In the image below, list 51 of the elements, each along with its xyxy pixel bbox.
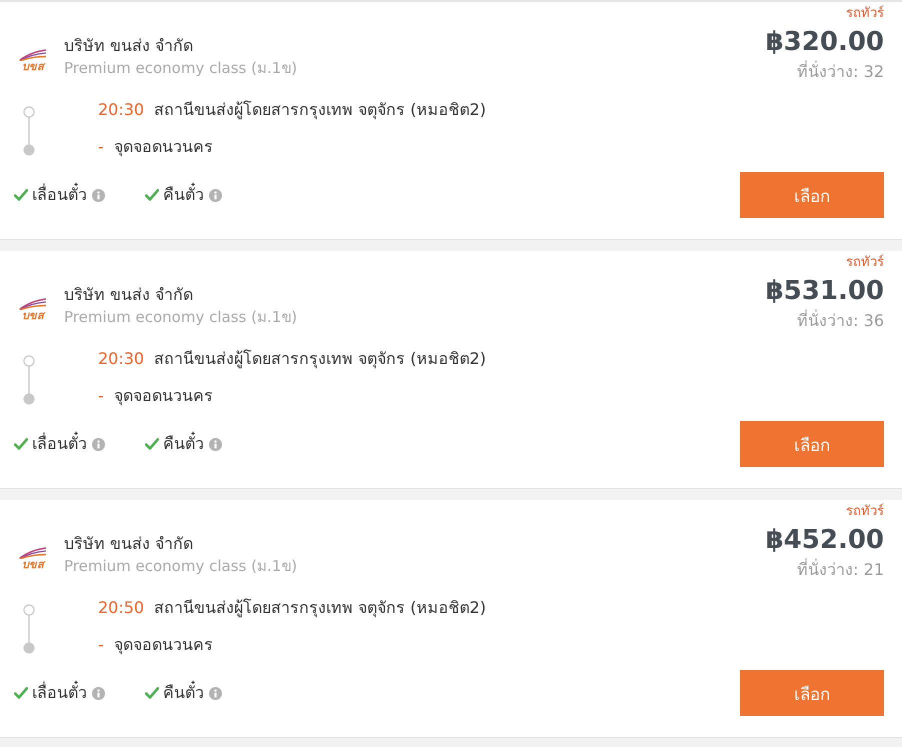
policy-label: คืนตั๋ว xyxy=(163,682,204,704)
swoosh-icon xyxy=(19,49,47,61)
select-button[interactable]: เลือก xyxy=(740,421,884,467)
route-timeline-icon xyxy=(23,106,35,156)
stop-name: จุดจอดนวนคร xyxy=(114,385,213,407)
operator-name: บริษัท ขนส่ง จำกัด xyxy=(64,35,194,57)
seats-available: ที่นั่งว่าง: 21 xyxy=(797,560,884,580)
departure-time: 20:30 xyxy=(98,348,144,370)
bus-type-label: รถทัวร์ xyxy=(846,255,884,271)
policy-label: เลื่อนตั๋ว xyxy=(32,184,87,206)
ticket-price: ฿531.00 xyxy=(766,275,884,307)
stop-name: จุดจอดนวนคร xyxy=(114,136,213,158)
operator-name: บริษัท ขนส่ง จำกัด xyxy=(64,533,194,555)
seats-available: ที่นั่งว่าง: 32 xyxy=(797,62,884,82)
ticket-price: ฿452.00 xyxy=(766,524,884,556)
departure-time: - xyxy=(98,136,104,158)
select-button[interactable]: เลือก xyxy=(740,172,884,218)
departure-time: - xyxy=(98,634,104,656)
stop-name: สถานีขนส่งผู้โดยสารกรุงเทพ จตุจักร (หมอชิต2) xyxy=(154,348,486,370)
logo-text: บขส xyxy=(22,310,44,322)
swoosh-icon xyxy=(19,298,47,310)
bus-type-label: รถทัวร์ xyxy=(846,6,884,22)
route-timeline-icon xyxy=(23,604,35,654)
service-class: Premium economy class (ม.1ข) xyxy=(64,58,298,79)
info-icon[interactable] xyxy=(92,438,105,450)
policy-label: คืนตั๋ว xyxy=(163,184,204,206)
route-timeline-icon xyxy=(23,355,35,405)
info-icon[interactable] xyxy=(209,188,222,202)
policy-label: คืนตั๋ว xyxy=(163,433,204,455)
service-class: Premium economy class (ม.1ข) xyxy=(64,307,298,328)
stop-name: จุดจอดนวนคร xyxy=(114,634,213,656)
logo-text: บขส xyxy=(22,559,44,571)
policy-label: เลื่อนตั๋ว xyxy=(32,682,87,704)
info-icon[interactable] xyxy=(92,686,105,700)
seats-available: ที่นั่งว่าง: 36 xyxy=(797,311,884,331)
logo-text: บขส xyxy=(22,61,44,73)
info-icon[interactable] xyxy=(209,686,222,700)
ticket-price: ฿320.00 xyxy=(766,26,884,58)
swoosh-icon xyxy=(19,547,47,559)
operator-name: บริษัท ขนส่ง จำกัด xyxy=(64,284,194,306)
select-button[interactable]: เลือก xyxy=(740,670,884,716)
departure-time: 20:30 xyxy=(98,99,144,121)
departure-time: 20:50 xyxy=(98,597,144,619)
departure-time: - xyxy=(98,385,104,407)
policy-label: เลื่อนตั๋ว xyxy=(32,433,87,455)
info-icon[interactable] xyxy=(209,438,222,450)
info-icon[interactable] xyxy=(92,188,105,202)
stop-name: สถานีขนส่งผู้โดยสารกรุงเทพ จตุจักร (หมอชิต2) xyxy=(154,99,486,121)
bus-type-label: รถทัวร์ xyxy=(846,504,884,520)
service-class: Premium economy class (ม.1ข) xyxy=(64,556,298,577)
stop-name: สถานีขนส่งผู้โดยสารกรุงเทพ จตุจักร (หมอชิต2) xyxy=(154,597,486,619)
